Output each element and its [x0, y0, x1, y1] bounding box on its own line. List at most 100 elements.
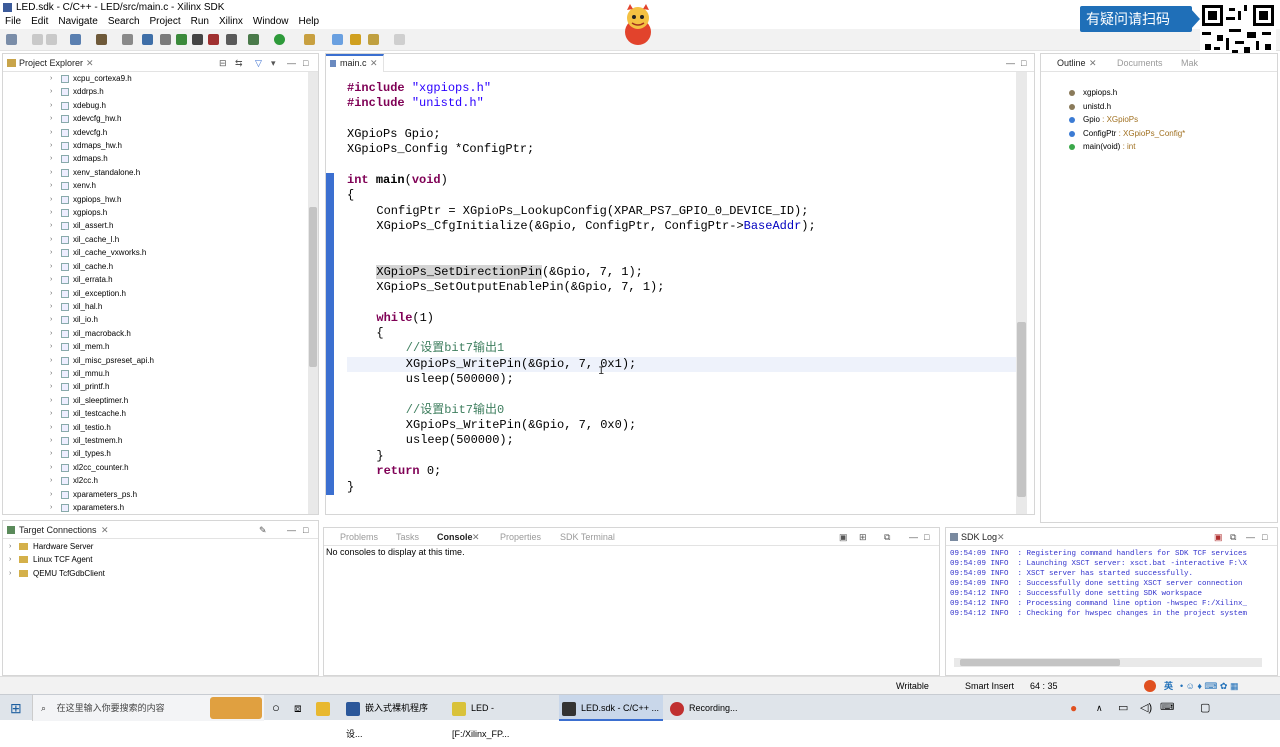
outline-item[interactable]: xgpiops.h	[1041, 86, 1277, 100]
connection-item[interactable]: › Hardware Server	[3, 540, 303, 553]
taskbar-app-vivado[interactable]: LED - [F:/Xilinx_FP...	[452, 695, 552, 739]
build-icon[interactable]	[70, 34, 81, 45]
maximize-icon[interactable]: □	[1262, 528, 1267, 546]
menu-navigate[interactable]: Navigate	[53, 15, 102, 29]
task-view-icon[interactable]: ⧈	[294, 695, 302, 721]
expand-arrow-icon[interactable]: ›	[50, 139, 52, 152]
expand-arrow-icon[interactable]: ›	[50, 126, 52, 139]
settings-icon[interactable]	[226, 34, 237, 45]
back-icon[interactable]	[368, 34, 379, 45]
tree-item-file[interactable]: › xil_mem.h	[3, 340, 308, 353]
expand-arrow-icon[interactable]: ›	[50, 233, 52, 246]
tree-item-file[interactable]: › xenv_standalone.h	[3, 166, 308, 179]
cortana-icon[interactable]: ○	[272, 695, 280, 721]
target-connections-title[interactable]: Target Connections	[19, 521, 97, 539]
filter-icon[interactable]: ▽	[255, 54, 262, 72]
expand-arrow-icon[interactable]: ›	[50, 193, 52, 206]
expand-arrow-icon[interactable]: ›	[50, 367, 52, 380]
tab-outline[interactable]: Outline	[1057, 54, 1086, 72]
annotation-icon[interactable]	[350, 34, 361, 45]
run-icon[interactable]	[274, 34, 285, 45]
tree-scrollbar[interactable]	[308, 72, 318, 514]
tree-item-file[interactable]: › xil_printf.h	[3, 380, 308, 393]
tree-item-file[interactable]: › xil_cache.h	[3, 260, 308, 273]
menu-search[interactable]: Search	[103, 15, 145, 29]
tree-item-file[interactable]: › xil_macroback.h	[3, 327, 308, 340]
connection-item[interactable]: › QEMU TcfGdbClient	[3, 567, 303, 580]
network-icon[interactable]: ▭	[1118, 695, 1128, 721]
minimize-icon[interactable]: —	[287, 54, 296, 72]
clear-log-icon[interactable]: ▣	[1214, 528, 1223, 546]
start-windows-icon[interactable]: ⊞	[10, 695, 22, 721]
print-icon[interactable]	[122, 34, 133, 45]
maximize-icon[interactable]: □	[1021, 54, 1026, 72]
editor-scroll-thumb[interactable]	[1017, 322, 1026, 497]
tree-item-file[interactable]: › xil_assert.h	[3, 219, 308, 232]
tree-item-file[interactable]: › xdebug.h	[3, 99, 308, 112]
external-tools-icon[interactable]	[304, 34, 315, 45]
new-connection-icon[interactable]: ✎	[259, 521, 267, 539]
tree-item-file[interactable]: › xdmaps_hw.h	[3, 139, 308, 152]
close-tab-icon[interactable]: ✕	[101, 521, 109, 539]
expand-arrow-icon[interactable]: ›	[50, 327, 52, 340]
save-icon[interactable]	[32, 34, 43, 45]
tree-item-file[interactable]: › xil_hal.h	[3, 300, 308, 313]
expand-arrow-icon[interactable]: ›	[50, 300, 52, 313]
expand-arrow-icon[interactable]: ›	[50, 112, 52, 125]
expand-arrow-icon[interactable]: ›	[50, 287, 52, 300]
expand-arrow-icon[interactable]: ›	[50, 421, 52, 434]
menu-project[interactable]: Project	[145, 15, 186, 29]
expand-arrow-icon[interactable]: ›	[50, 179, 52, 192]
tree-item-file[interactable]: › xgpiops.h	[3, 206, 308, 219]
tree-item-file[interactable]: › xil_cache_vxworks.h	[3, 246, 308, 259]
save-all-icon[interactable]	[46, 34, 57, 45]
expand-arrow-icon[interactable]: ›	[50, 461, 52, 474]
expand-arrow-icon[interactable]: ›	[50, 72, 52, 85]
pin-console-icon[interactable]: ⊞	[859, 528, 867, 546]
expand-arrow-icon[interactable]: ›	[50, 246, 52, 259]
repository-icon[interactable]	[176, 34, 187, 45]
tree-item-file[interactable]: › xparameters_ps.h	[3, 488, 308, 501]
tree-item-file[interactable]: › xenv.h	[3, 179, 308, 192]
tree-item-file[interactable]: › xdevcfg_hw.h	[3, 112, 308, 125]
expand-arrow-icon[interactable]: ›	[50, 447, 52, 460]
code-area[interactable]: #include "xgpiops.h" #include "unistd.h" X…	[326, 54, 1016, 514]
hammer-icon[interactable]	[96, 34, 107, 45]
menu-xilinx[interactable]: Xilinx	[214, 15, 248, 29]
close-tab-icon[interactable]: ✕	[997, 528, 1005, 546]
toggle-mark-icon[interactable]	[332, 34, 343, 45]
expand-arrow-icon[interactable]: ›	[50, 340, 52, 353]
tree-item-file[interactable]: › xil_misc_psreset_api.h	[3, 354, 308, 367]
link-editor-icon[interactable]: ⇆	[235, 54, 243, 72]
tree-item-file[interactable]: › xil_exception.h	[3, 287, 308, 300]
tab-tasks[interactable]: Tasks	[396, 528, 419, 546]
display-console-icon[interactable]: ▣	[839, 528, 848, 546]
minimize-icon[interactable]: —	[287, 521, 296, 539]
stop-icon[interactable]	[208, 34, 219, 45]
tab-sdk-terminal[interactable]: SDK Terminal	[560, 528, 615, 546]
expand-arrow-icon[interactable]: ›	[50, 501, 52, 514]
tab-properties[interactable]: Properties	[500, 528, 541, 546]
tree-item-file[interactable]: › xl2cc.h	[3, 474, 308, 487]
expand-arrow-icon[interactable]: ›	[50, 260, 52, 273]
close-tab-icon[interactable]: ✕	[86, 54, 94, 72]
tree-item-file[interactable]: › xdevcfg.h	[3, 126, 308, 139]
menu-window[interactable]: Window	[248, 15, 294, 29]
menu-help[interactable]: Help	[293, 15, 324, 29]
editor-scrollbar[interactable]	[1016, 72, 1027, 514]
forward-icon[interactable]	[394, 34, 405, 45]
outline-item[interactable]: Gpio : XGpioPs	[1041, 113, 1277, 127]
debug-icon[interactable]	[248, 34, 259, 45]
expand-arrow-icon[interactable]: ›	[50, 354, 52, 367]
connection-item[interactable]: › Linux TCF Agent	[3, 553, 303, 566]
open-console-icon[interactable]: ⧉	[884, 528, 890, 546]
tree-item-file[interactable]: › xdmaps.h	[3, 152, 308, 165]
keyboard-icon[interactable]: ⌨	[1160, 695, 1174, 721]
maximize-icon[interactable]: □	[303, 521, 308, 539]
tree-item-file[interactable]: › xil_testio.h	[3, 421, 308, 434]
tree-item-file[interactable]: › xddrps.h	[3, 85, 308, 98]
expand-arrow-icon[interactable]: ›	[50, 488, 52, 501]
expand-arrow-icon[interactable]: ›	[50, 85, 52, 98]
expand-arrow-icon[interactable]: ›	[50, 394, 52, 407]
taskbar-app-recording[interactable]: Recording...	[670, 695, 770, 721]
